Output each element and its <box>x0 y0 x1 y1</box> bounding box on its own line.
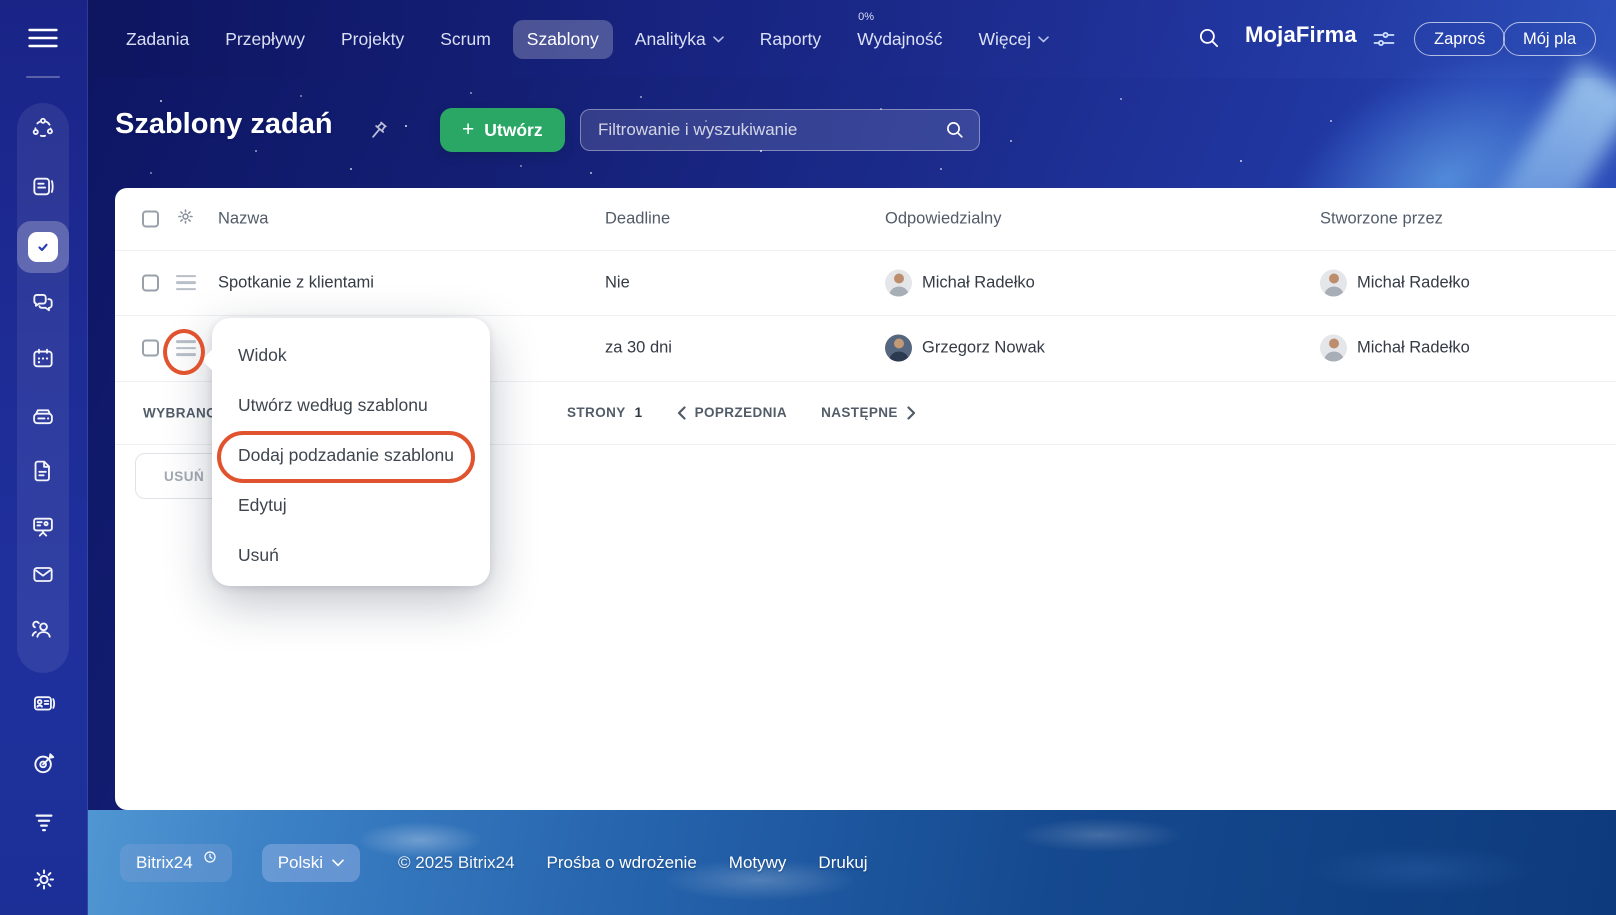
nav-tab-projekty[interactable]: Projekty <box>327 20 418 59</box>
tasks-check-icon <box>28 232 58 262</box>
invite-button[interactable]: Zaproś <box>1414 22 1506 56</box>
chevron-right-icon <box>907 405 915 420</box>
column-header-name[interactable]: Nazwa <box>218 210 268 229</box>
menu-item-edytuj[interactable]: Edytuj <box>212 480 490 530</box>
chevron-down-icon <box>1038 35 1049 43</box>
column-header-created-by[interactable]: Stworzone przez <box>1320 210 1443 229</box>
document-icon[interactable] <box>30 458 56 489</box>
menu-item-dodaj-podzadanie-szablonu[interactable]: Dodaj podzadanie szablonu <box>212 430 490 480</box>
filter-search <box>580 109 980 151</box>
performance-percent-badge: 0% <box>858 10 874 23</box>
clock-mark-icon <box>204 848 216 868</box>
menu-item-usun[interactable]: Usuń <box>212 530 490 580</box>
my-plan-button[interactable]: Mój pla <box>1503 22 1597 56</box>
avatar <box>1320 269 1347 296</box>
language-selector[interactable]: Polski <box>261 844 361 882</box>
news-feed-icon[interactable] <box>30 174 56 205</box>
deadline-value: za 30 dni <box>605 338 672 357</box>
row-context-menu: Widok Utwórz według szablonu Dodaj podza… <box>212 318 490 586</box>
selected-count-label: WYBRANO <box>143 405 218 420</box>
menu-item-utworz-wedlug-szablonu[interactable]: Utwórz według szablonu <box>212 380 490 430</box>
responsible-person[interactable]: Michał Radełko <box>885 269 1035 296</box>
column-header-responsible[interactable]: Odpowiedzialny <box>885 210 1001 229</box>
page-header: Szablony zadań + Utwórz <box>115 96 1616 166</box>
pin-icon[interactable] <box>365 118 391 149</box>
pages-indicator: STRONY 1 <box>567 405 643 420</box>
main-nav: Zadania Przepływy Projekty Scrum Szablon… <box>112 0 1063 78</box>
people-group-icon[interactable] <box>30 616 57 648</box>
tutorial-highlight-ring <box>163 329 205 375</box>
prev-page-button[interactable]: POPRZEDNIA <box>677 405 788 420</box>
nav-tab-raporty[interactable]: Raporty <box>746 20 835 59</box>
nav-tab-przeplywy[interactable]: Przepływy <box>211 20 319 59</box>
whiteboard-icon[interactable] <box>30 514 56 545</box>
sales-funnel-icon[interactable] <box>31 809 57 840</box>
copyright-text: © 2025 Bitrix24 <box>398 853 515 872</box>
responsible-person[interactable]: Grzegorz Nowak <box>885 334 1045 362</box>
menu-hamburger-icon[interactable] <box>28 27 58 54</box>
portal-name[interactable]: MojaFirma <box>1245 22 1357 48</box>
avatar <box>1320 334 1347 362</box>
row-menu-burger-icon[interactable] <box>176 274 196 291</box>
filter-search-input[interactable] <box>580 109 980 151</box>
sidebar-icon-rail <box>17 103 69 673</box>
footer-link-themes[interactable]: Motywy <box>729 853 787 873</box>
row-checkbox[interactable] <box>142 339 159 357</box>
deadline-value: Nie <box>605 273 630 291</box>
footer: Bitrix24 Polski © 2025 Bitrix24 Prośba o… <box>120 843 868 883</box>
drive-icon[interactable] <box>30 404 56 435</box>
select-all-checkbox[interactable] <box>142 210 159 228</box>
left-sidebar <box>0 0 88 915</box>
nav-tab-wiecej[interactable]: Więcej <box>965 20 1064 59</box>
template-name-link[interactable]: Spotkanie z klientami <box>218 273 374 292</box>
footer-link-implementation[interactable]: Prośba o wdrożenie <box>547 853 697 873</box>
table-row: Spotkanie z klientami Nie Michał Radełko… <box>115 250 1616 315</box>
created-by-person[interactable]: Michał Radełko <box>1320 334 1470 362</box>
nav-tab-wydajnosc[interactable]: 0% Wydajność <box>843 11 956 59</box>
page-number[interactable]: 1 <box>635 405 643 420</box>
nav-tab-analityka[interactable]: Analityka <box>621 20 738 59</box>
avatar <box>885 334 912 362</box>
column-header-deadline[interactable]: Deadline <box>605 210 670 229</box>
nav-tab-zadania[interactable]: Zadania <box>112 20 203 59</box>
collab-network-icon[interactable] <box>30 116 56 147</box>
sidebar-divider <box>26 76 60 78</box>
chevron-down-icon <box>332 859 344 867</box>
footer-link-print[interactable]: Drukuj <box>818 853 867 873</box>
portal-settings-sliders-icon[interactable] <box>1372 28 1396 55</box>
chevron-left-icon <box>677 405 686 420</box>
global-search-icon[interactable] <box>1196 25 1222 56</box>
create-button[interactable]: + Utwórz <box>440 108 565 152</box>
chevron-down-icon <box>712 35 724 43</box>
sidebar-item-tasks-active[interactable] <box>17 221 69 273</box>
menu-item-widok[interactable]: Widok <box>212 330 490 380</box>
marketing-target-icon[interactable] <box>31 750 58 782</box>
pager: STRONY 1 POPRZEDNIA NASTĘPNE <box>567 381 916 444</box>
bitrix24-footer-brand[interactable]: Bitrix24 <box>120 844 232 882</box>
next-page-button[interactable]: NASTĘPNE <box>821 405 916 420</box>
mail-icon[interactable] <box>30 562 56 593</box>
bitrix24-templates-screen: Zadania Przepływy Projekty Scrum Szablon… <box>0 0 1616 915</box>
settings-gear-icon[interactable] <box>31 866 58 898</box>
plus-icon: + <box>462 118 475 141</box>
calendar-icon[interactable] <box>30 346 56 377</box>
crm-contact-card-icon[interactable] <box>31 691 57 722</box>
chat-icon[interactable] <box>30 290 56 321</box>
nav-tab-szablony-active[interactable]: Szablony <box>512 19 613 59</box>
grid-header-row: Nazwa Deadline Odpowiedzialny Stworzone … <box>115 188 1616 250</box>
avatar <box>885 269 912 296</box>
row-checkbox[interactable] <box>142 274 159 291</box>
created-by-person[interactable]: Michał Radełko <box>1320 269 1470 296</box>
page-title: Szablony zadań <box>115 108 333 140</box>
nav-tab-scrum[interactable]: Scrum <box>426 20 505 59</box>
top-navigation-bar: Zadania Przepływy Projekty Scrum Szablon… <box>0 0 1616 78</box>
grid-settings-gear-icon[interactable] <box>176 207 195 231</box>
